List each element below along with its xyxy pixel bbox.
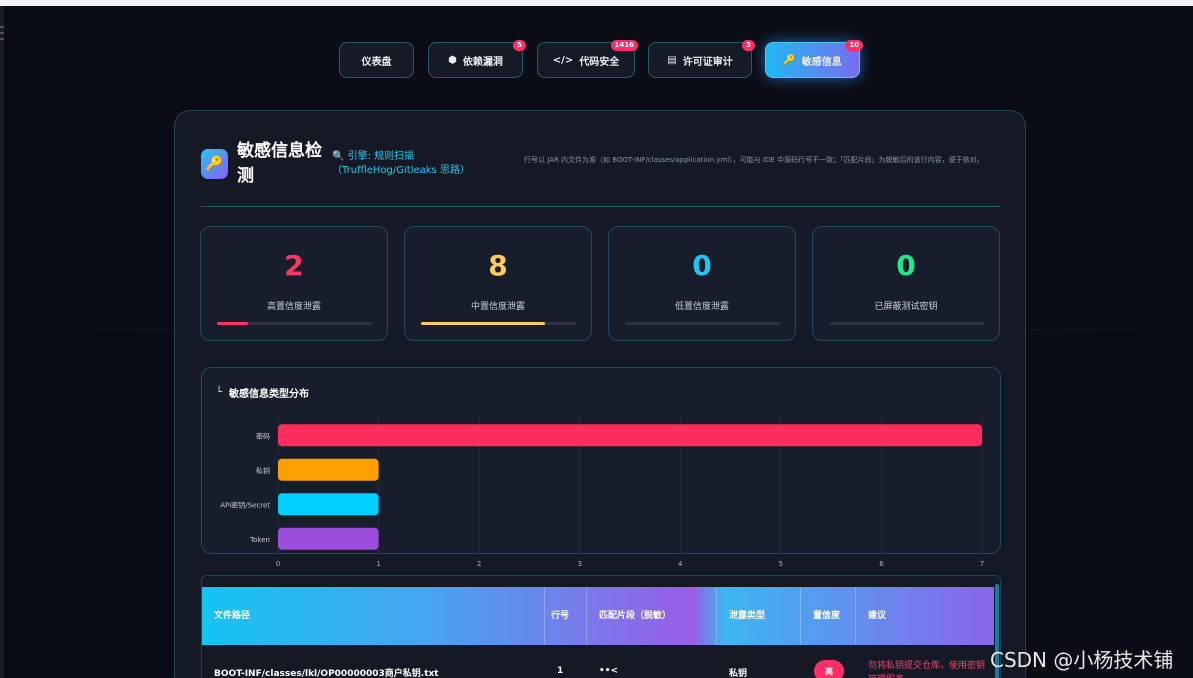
page-title: 敏感信息检测: [237, 141, 322, 186]
tab-label: 敏感信息: [801, 56, 842, 68]
header-divider: [201, 206, 1001, 207]
table-header: 文件路径 行号 匹配片段（脱敏） 泄露类型 置信度 建议: [202, 587, 994, 645]
bar: [278, 527, 379, 550]
y-category-label: 密码: [256, 431, 270, 440]
cell-line: 1: [557, 666, 564, 676]
stat-value: 2: [284, 249, 304, 282]
x-tick-label: 4: [678, 560, 683, 568]
stat-value: 0: [896, 249, 916, 282]
cell-path: BOOT-INF/classes/lkl/OP00000003商户私钥.txt: [214, 669, 439, 678]
count-badge: 1416: [610, 40, 638, 51]
cell-snippet: ••<: [599, 666, 619, 676]
key-icon: 🔑: [783, 54, 796, 66]
sensitive-info-panel: 🔑 敏感信息检测 🔍 引擎: 规则扫描（TruffleHog/Gitleaks …: [174, 110, 1026, 678]
line-number-note: 行号以 JAR 内文件为准（如 BOOT-INF/classes/applica…: [524, 156, 984, 164]
stat-progress: [217, 322, 372, 325]
stat-card-high: 2 高置信度泄露: [200, 226, 388, 341]
bar: [278, 493, 379, 516]
count-badge: 3: [742, 40, 755, 51]
tab-label: 代码安全: [579, 56, 620, 68]
tab-dashboard[interactable]: 仪表盘: [339, 42, 414, 78]
tab-dependency-vulns[interactable]: ⬢ 依赖漏洞 5: [428, 40, 526, 78]
stat-card-masked: 0 已屏蔽测试密钥: [812, 226, 1000, 341]
y-category-label: API密钥/Secret: [220, 500, 270, 509]
document-icon: ▤: [667, 54, 677, 66]
col-header-line[interactable]: 行号: [545, 587, 587, 645]
bar: [278, 424, 982, 447]
x-tick-label: 5: [779, 560, 783, 568]
col-header-snippet[interactable]: 匹配片段（脱敏）: [587, 587, 717, 645]
findings-table: 文件路径 行号 匹配片段（脱敏） 泄露类型 置信度 建议 BOOT-INF/cl…: [201, 575, 1001, 678]
cube-icon: ⬢: [448, 54, 457, 66]
tab-code-security[interactable]: </> 代码安全 1416: [537, 40, 638, 78]
y-category-label: 私钥: [256, 466, 270, 475]
tab-label: 仪表盘: [361, 56, 392, 68]
col-header-type[interactable]: 泄露类型: [717, 587, 801, 645]
x-tick-label: 1: [376, 560, 380, 568]
browser-top-bar: [0, 0, 1193, 6]
tab-sensitive-info[interactable]: 🔑 敏感信息 10: [765, 40, 863, 78]
x-tick-label: 0: [276, 560, 280, 568]
bar: [278, 458, 379, 481]
cell-type: 私钥: [729, 669, 748, 678]
key-icon: 🔑: [201, 149, 228, 179]
stat-label: 已屏蔽测试密钥: [874, 302, 938, 312]
window-edge: [0, 6, 4, 678]
x-tick-label: 7: [980, 560, 984, 568]
stat-card-low: 0 低置信度泄露: [608, 226, 796, 341]
stat-value: 0: [692, 249, 712, 282]
col-header-confidence[interactable]: 置信度: [801, 587, 856, 645]
confidence-badge: 高: [814, 660, 844, 678]
stat-progress: [421, 322, 576, 325]
x-tick-label: 2: [477, 560, 481, 568]
stat-label: 低置信度泄露: [674, 302, 729, 312]
tab-label: 许可证审计: [682, 56, 733, 68]
count-badge: 5: [513, 40, 526, 51]
stat-progress-fill: [421, 322, 545, 325]
col-header-path[interactable]: 文件路径: [202, 587, 545, 645]
tab-license-audit[interactable]: ▤ 许可证审计 3: [648, 40, 755, 78]
stat-label: 高置信度泄露: [266, 302, 321, 312]
cell-advice: 勿将私钥提交仓库，使用密钥管理服务: [868, 661, 986, 678]
x-tick-label: 6: [879, 560, 884, 568]
stat-progress: [829, 322, 984, 325]
stat-progress-fill: [217, 322, 248, 325]
stat-label: 中置信度泄露: [470, 302, 525, 312]
stat-card-medium: 8 中置信度泄露: [404, 226, 592, 341]
x-tick-label: 3: [577, 560, 581, 568]
top-nav: 仪表盘 ⬢ 依赖漏洞 5 </> 代码安全 1416 ▤ 许可证审计 3 🔑 敏…: [0, 40, 1193, 78]
bar-chart-svg: 0 1 2 3 4 5 6 7 密码私钥 API密钥/Secret Token: [220, 416, 984, 568]
stat-progress: [625, 322, 780, 325]
watermark: CSDN @小杨技术铺: [990, 648, 1174, 672]
y-category-label: Token: [249, 536, 270, 544]
code-icon: </>: [552, 54, 574, 66]
count-badge: 10: [845, 40, 863, 51]
col-header-advice[interactable]: 建议: [856, 587, 994, 645]
stat-value: 8: [488, 249, 508, 282]
type-distribution-chart: └ 敏感信息类型分布 0 1 2 3 4 5 6 7 密码 私钥 API密钥/Secret Token: [201, 367, 1001, 568]
engine-label: 🔍 引擎: 规则扫描（TruffleHog/Gitleaks 思路）: [332, 151, 470, 176]
tab-label: 依赖漏洞: [462, 56, 503, 68]
